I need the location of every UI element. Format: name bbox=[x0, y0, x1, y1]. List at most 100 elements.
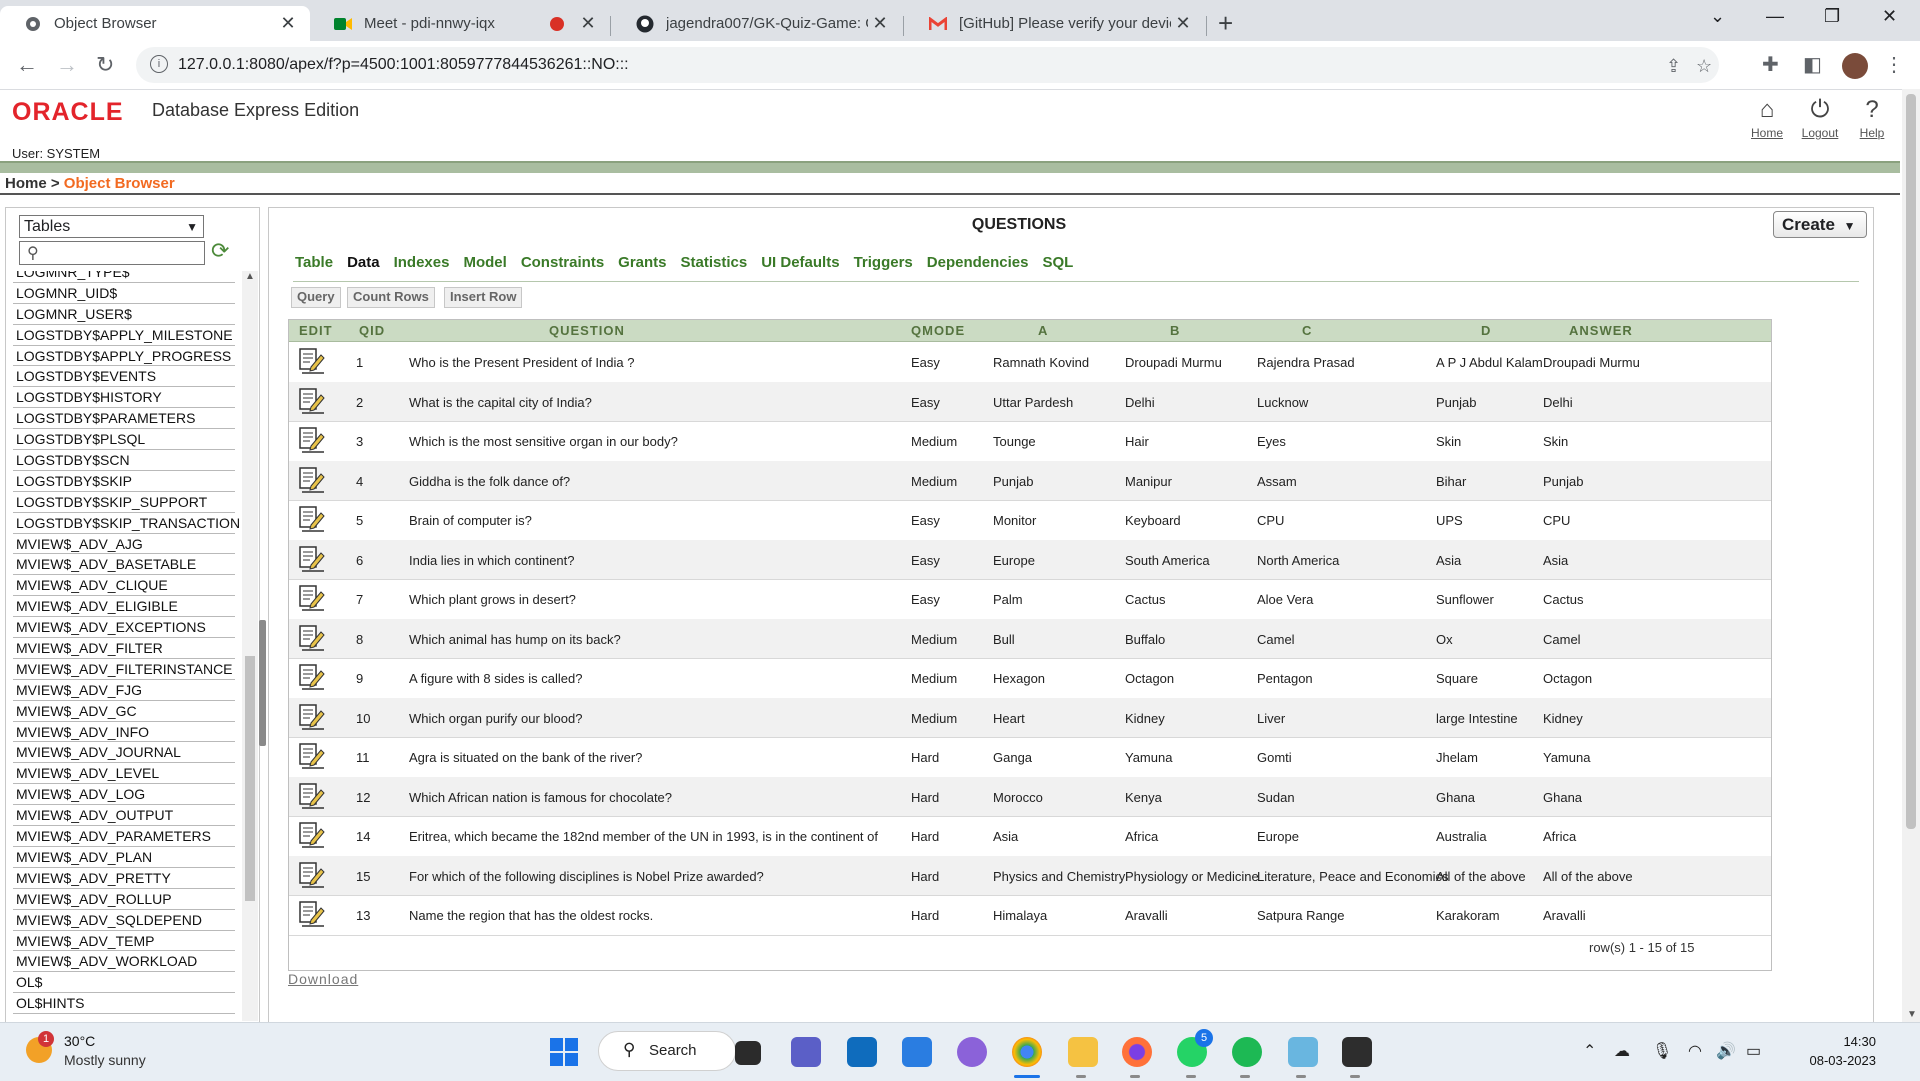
column-header-question[interactable]: QUESTION bbox=[549, 323, 625, 338]
close-tab-icon[interactable]: ✕ bbox=[576, 13, 600, 34]
object-list-item[interactable]: MVIEW$_ADV_LEVEL bbox=[13, 763, 235, 785]
tab-search-chevron-icon[interactable]: ⌄ bbox=[1710, 6, 1725, 27]
object-type-select[interactable]: Tables ▼ bbox=[19, 215, 204, 238]
chrome-icon[interactable] bbox=[1012, 1037, 1042, 1067]
object-list-item[interactable]: MVIEW$_ADV_FILTER bbox=[13, 638, 235, 659]
create-button[interactable]: Create ▼ bbox=[1773, 211, 1867, 238]
object-list-item[interactable]: LOGSTDBY$PARAMETERS bbox=[13, 408, 235, 430]
store-icon[interactable] bbox=[847, 1037, 877, 1067]
terminal-icon[interactable] bbox=[1342, 1037, 1372, 1067]
edit-row-icon[interactable] bbox=[299, 900, 325, 928]
object-list-item[interactable]: LOGSTDBY$SKIP_SUPPORT bbox=[13, 492, 235, 513]
object-list-item[interactable]: MVIEW$_ADV_FILTERINSTANCE bbox=[13, 659, 235, 680]
tab-gmail[interactable]: [GitHub] Please verify your device ✕ bbox=[905, 6, 1205, 41]
object-list-item[interactable]: LOGSTDBY$SKIP bbox=[13, 471, 235, 492]
site-info-icon[interactable]: i bbox=[150, 55, 168, 73]
scrollbar-thumb[interactable] bbox=[245, 656, 255, 901]
insert-row-button[interactable]: Insert Row bbox=[444, 287, 523, 308]
refresh-icon[interactable]: ⟳ bbox=[211, 238, 229, 264]
reload-icon[interactable]: ↻ bbox=[96, 52, 114, 78]
object-list-item[interactable]: MVIEW$_ADV_PLAN bbox=[13, 847, 235, 868]
side-panel-icon[interactable]: ◧ bbox=[1803, 52, 1822, 77]
object-list-item[interactable]: MVIEW$_ADV_WORKLOAD bbox=[13, 951, 235, 973]
object-list-item[interactable]: MVIEW$_ADV_OUTPUT bbox=[13, 805, 235, 827]
close-tab-icon[interactable]: ✕ bbox=[276, 13, 300, 34]
object-list-item[interactable]: MVIEW$_ADV_PARAMETERS bbox=[13, 826, 235, 847]
tab-table[interactable]: Table bbox=[295, 254, 333, 271]
edit-row-icon[interactable] bbox=[299, 466, 325, 494]
tab-object-browser[interactable]: Object Browser ✕ bbox=[0, 6, 310, 41]
wifi-icon[interactable]: ◠ bbox=[1688, 1041, 1702, 1061]
file-explorer-icon[interactable] bbox=[1068, 1037, 1098, 1067]
firefox-icon[interactable] bbox=[1122, 1037, 1152, 1067]
close-tab-icon[interactable]: ✕ bbox=[868, 13, 892, 34]
edit-row-icon[interactable] bbox=[299, 703, 325, 731]
edit-row-icon[interactable] bbox=[299, 584, 325, 612]
breadcrumb-home[interactable]: Home bbox=[5, 175, 47, 192]
share-icon[interactable]: ⇪ bbox=[1666, 56, 1681, 77]
edit-row-icon[interactable] bbox=[299, 663, 325, 691]
tab-constraints[interactable]: Constraints bbox=[521, 254, 604, 271]
column-header-answer[interactable]: ANSWER bbox=[1569, 323, 1633, 338]
object-list-item[interactable]: MVIEW$_ADV_SQLDEPEND bbox=[13, 910, 235, 931]
copilot-icon[interactable] bbox=[957, 1037, 987, 1067]
battery-icon[interactable]: ▭ bbox=[1746, 1041, 1761, 1061]
bookmark-star-icon[interactable]: ☆ bbox=[1696, 56, 1712, 77]
object-list-item[interactable]: LOGMNR_USER$ bbox=[13, 304, 235, 325]
microphone-icon[interactable]: 🎙 bbox=[1652, 1041, 1672, 1061]
edit-row-icon[interactable] bbox=[299, 861, 325, 889]
column-header-qmode[interactable]: QMODE bbox=[911, 323, 965, 338]
mail-icon[interactable] bbox=[902, 1037, 932, 1067]
scroll-up-icon[interactable]: ▲ bbox=[245, 271, 255, 282]
scroll-down-icon[interactable]: ▼ bbox=[1907, 1009, 1917, 1020]
object-list-item[interactable]: LOGMNR_TYPE$ bbox=[13, 271, 235, 283]
task-view-icon[interactable] bbox=[735, 1041, 761, 1065]
forward-icon[interactable]: → bbox=[56, 52, 78, 78]
taskbar-search[interactable]: ⚲ Search bbox=[598, 1031, 736, 1071]
column-header-edit[interactable]: EDIT bbox=[299, 323, 333, 338]
object-list-item[interactable]: LOGSTDBY$HISTORY bbox=[13, 387, 235, 409]
object-list-item[interactable]: MVIEW$_ADV_AJG bbox=[13, 534, 235, 555]
object-list-item[interactable]: LOGMNR_UID$ bbox=[13, 283, 235, 304]
column-header-d[interactable]: D bbox=[1481, 323, 1491, 338]
tab-meet[interactable]: Meet - pdi-nnwy-iqx ✕ bbox=[310, 6, 610, 41]
object-list-item[interactable]: OL$ bbox=[13, 972, 235, 994]
minimize-icon[interactable]: — bbox=[1766, 6, 1784, 27]
tab-indexes[interactable]: Indexes bbox=[394, 254, 450, 271]
object-list-scrollbar[interactable]: ▲ bbox=[242, 271, 258, 1021]
edit-row-icon[interactable] bbox=[299, 387, 325, 415]
object-list-item[interactable]: LOGSTDBY$APPLY_PROGRESS bbox=[13, 346, 235, 367]
virtualbox-icon[interactable] bbox=[1288, 1037, 1318, 1067]
edit-row-icon[interactable] bbox=[299, 347, 325, 375]
column-header-b[interactable]: B bbox=[1170, 323, 1180, 338]
edit-row-icon[interactable] bbox=[299, 545, 325, 573]
home-link[interactable]: ⌂ Home bbox=[1742, 96, 1792, 140]
edit-row-icon[interactable] bbox=[299, 624, 325, 652]
object-list-item[interactable]: MVIEW$_ADV_GC bbox=[13, 701, 235, 722]
tab-statistics[interactable]: Statistics bbox=[681, 254, 748, 271]
tab-model[interactable]: Model bbox=[463, 254, 506, 271]
column-header-a[interactable]: A bbox=[1038, 323, 1048, 338]
count-rows-button[interactable]: Count Rows bbox=[347, 287, 435, 308]
logout-link[interactable]: ⏻ Logout bbox=[1795, 96, 1845, 140]
back-icon[interactable]: ← bbox=[16, 52, 38, 78]
object-search-input[interactable]: ⚲ bbox=[19, 241, 205, 265]
tab-triggers[interactable]: Triggers bbox=[854, 254, 913, 271]
object-list-item[interactable]: MVIEW$_ADV_ELIGIBLE bbox=[13, 596, 235, 618]
browser-menu-icon[interactable]: ⋮ bbox=[1884, 52, 1904, 77]
object-list-item[interactable]: MVIEW$_ADV_LOG bbox=[13, 784, 235, 806]
object-list-item[interactable]: MVIEW$_ADV_INFO bbox=[13, 722, 235, 743]
tab-github[interactable]: jagendra007/GK-Quiz-Game: GUI ✕ bbox=[612, 6, 902, 41]
panel-collapse-handle[interactable] bbox=[259, 620, 266, 746]
spotify-icon[interactable] bbox=[1232, 1037, 1262, 1067]
close-window-icon[interactable]: ✕ bbox=[1882, 6, 1897, 27]
object-list-item[interactable]: MVIEW$_ADV_JOURNAL bbox=[13, 742, 235, 764]
object-list-item[interactable]: MVIEW$_ADV_ROLLUP bbox=[13, 889, 235, 910]
start-windows-icon[interactable] bbox=[550, 1038, 578, 1066]
tab-sql[interactable]: SQL bbox=[1042, 254, 1073, 271]
object-list-item[interactable]: MVIEW$_ADV_BASETABLE bbox=[13, 554, 235, 576]
onedrive-cloud-icon[interactable]: ☁ bbox=[1614, 1041, 1630, 1061]
edit-row-icon[interactable] bbox=[299, 505, 325, 533]
page-scrollbar[interactable]: ▼ bbox=[1902, 89, 1920, 1022]
address-bar[interactable]: i 127.0.0.1:8080/apex/f?p=4500:1001:8059… bbox=[136, 47, 1719, 83]
